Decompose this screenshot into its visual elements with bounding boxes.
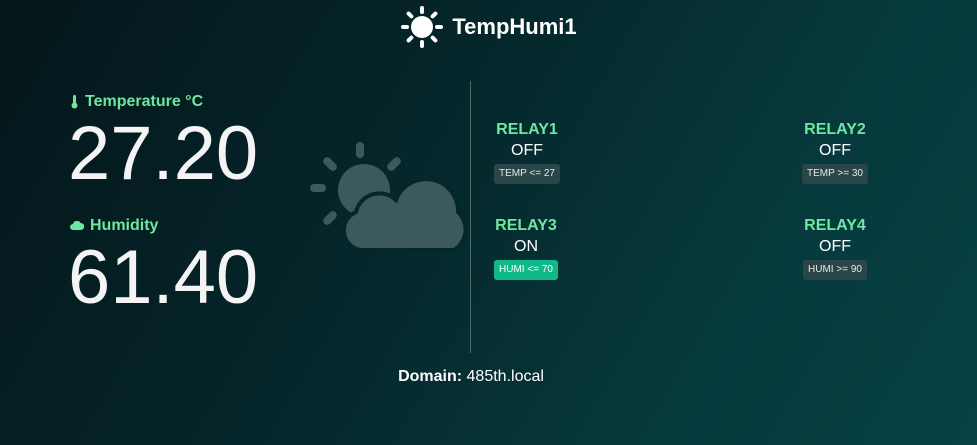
cloud-icon — [70, 221, 84, 230]
relay-1-state: OFF — [511, 142, 543, 159]
thermometer-icon — [71, 95, 78, 109]
relay-3-name: RELAY3 — [495, 217, 557, 234]
relay-4-state: OFF — [819, 238, 851, 255]
relay-2: RELAY2 OFF TEMP >= 30 — [780, 120, 890, 184]
relay-3-rule-badge: HUMI <= 70 — [494, 260, 558, 280]
relay-1-name: RELAY1 — [496, 121, 558, 138]
relay-4: RELAY4 OFF HUMI >= 90 — [780, 216, 890, 280]
relay-4-name: RELAY4 — [804, 217, 866, 234]
relay-3: RELAY3 ON HUMI <= 70 — [471, 216, 581, 280]
relay-2-state: OFF — [819, 142, 851, 159]
relay-2-rule-badge: TEMP >= 30 — [802, 164, 868, 184]
domain-info: Domain: 485th.local — [0, 368, 942, 386]
temperature-label: Temperature °C — [70, 92, 310, 112]
relay-1: RELAY1 OFF TEMP <= 27 — [472, 120, 582, 184]
page-title: TempHumi1 — [452, 14, 577, 39]
humidity-value: 61.40 — [68, 235, 259, 320]
temperature-label-text: Temperature °C — [85, 93, 204, 110]
relay-4-rule-badge: HUMI >= 90 — [803, 260, 867, 280]
sensor-panel: Temperature °C 27.20 Humidity 61.40 — [68, 92, 310, 320]
header: TempHumi1 — [0, 6, 977, 48]
humidity-label-text: Humidity — [90, 217, 159, 234]
domain-value: 485th.local — [466, 368, 544, 385]
temperature-value: 27.20 — [68, 111, 259, 196]
relay-3-state: ON — [514, 238, 538, 255]
domain-label: Domain: — [398, 368, 463, 385]
relay-2-name: RELAY2 — [804, 121, 866, 138]
partly-cloudy-icon — [310, 142, 468, 252]
humidity-label: Humidity — [70, 216, 310, 236]
sun-icon — [401, 6, 444, 48]
relay-1-rule-badge: TEMP <= 27 — [494, 164, 560, 184]
